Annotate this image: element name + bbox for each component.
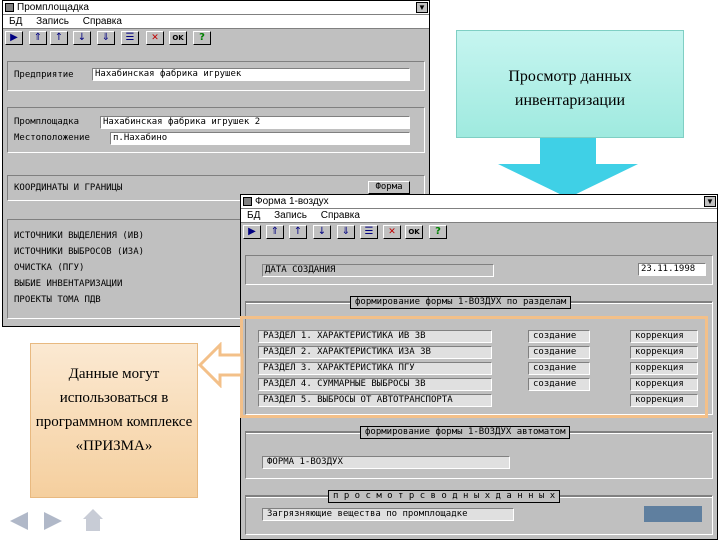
site-label: Промплощадка <box>14 117 80 127</box>
site-field[interactable]: Нахабинская фабрика игрушек 2 <box>100 116 410 129</box>
menu-db[interactable]: БД <box>9 16 22 27</box>
ok-button[interactable]: OK <box>169 31 187 45</box>
callout-prizma-text: Данные могут использоваться в программно… <box>35 366 193 454</box>
window-titlebar[interactable]: Промплощадка ▼ <box>3 1 429 15</box>
ok-button[interactable]: OK <box>405 225 423 239</box>
help-icon[interactable]: ? <box>193 31 211 45</box>
enterprise-label: Предприятие <box>14 70 74 80</box>
home-icon[interactable] <box>82 508 104 532</box>
up-arrow-icon[interactable]: ↑ <box>50 31 68 45</box>
list-item-inventory[interactable]: ВЫБИЕ ИНВЕНТАРИЗАЦИИ <box>14 278 122 290</box>
date-panel: ДАТА СОЗДАНИЯ 23.11.1998 <box>245 255 713 285</box>
date-label: ДАТА СОЗДАНИЯ <box>262 264 494 277</box>
window-title: Форма 1-воздух <box>255 196 329 207</box>
down-arrow-icon[interactable]: ↓ <box>73 31 91 45</box>
summary-group-title: п р о с м о т р с в о д н ы х д а н н ы … <box>328 490 561 503</box>
list-item-cleaning[interactable]: ОЧИСТКА (ПГУ) <box>14 262 84 274</box>
site-panel: Промплощадка Нахабинская фабрика игрушек… <box>7 107 425 153</box>
up-arrow-icon[interactable]: ↑ <box>289 225 307 239</box>
location-label: Местоположение <box>14 133 90 143</box>
toolbar: ▶ ⇑ ↑ ↓ ⇓ ☰ ✕ OK ? <box>241 224 717 240</box>
first-icon[interactable]: ▶ <box>243 225 261 239</box>
prev-page-icon[interactable]: ⇑ <box>29 31 47 45</box>
down-arrow-icon[interactable]: ↓ <box>313 225 331 239</box>
delete-icon[interactable]: ✕ <box>383 225 401 239</box>
sections-highlight-frame <box>240 316 708 418</box>
callout-view-data: Просмотр данных инвентаризации <box>456 30 684 138</box>
close-icon[interactable]: ▼ <box>704 196 716 207</box>
menubar: БД Запись Справка <box>3 15 429 29</box>
form-1-vozdukh-button[interactable]: ФОРМА 1-ВОЗДУХ <box>262 456 510 469</box>
enterprise-field[interactable]: Нахабинская фабрика игрушек <box>92 68 410 81</box>
nav-forward-icon[interactable] <box>42 510 64 532</box>
list-item-emission-sources[interactable]: ИСТОЧНИКИ ВЫБРОСОВ (ИЗА) <box>14 246 144 258</box>
window-title: Промплощадка <box>17 2 89 13</box>
callout-prizma: Данные могут использоваться в программно… <box>30 343 198 498</box>
auto-form-panel: формирование формы 1-ВОЗДУХ автоматом ФО… <box>245 426 713 479</box>
toolbar: ▶ ⇑ ↑ ↓ ⇓ ☰ ✕ OK ? <box>3 30 429 46</box>
list-item-projects[interactable]: ПРОЕКТЫ ТОМА ПДВ <box>14 294 101 306</box>
menu-db[interactable]: БД <box>247 210 260 221</box>
delete-icon[interactable]: ✕ <box>146 31 164 45</box>
sections-group-title: формирование формы 1-ВОЗДУХ по разделам <box>350 296 572 309</box>
nav-back-icon[interactable] <box>8 510 30 532</box>
window-titlebar[interactable]: Форма 1-воздух ▼ <box>241 195 717 209</box>
date-field[interactable]: 23.11.1998 <box>638 263 706 276</box>
insert-row-icon[interactable]: ☰ <box>360 225 378 239</box>
callout-view-data-text: Просмотр данных инвентаризации <box>508 68 632 109</box>
down-arrow-shape <box>498 138 638 198</box>
last-icon[interactable]: ⇓ <box>337 225 355 239</box>
enterprise-panel: Предприятие Нахабинская фабрика игрушек <box>7 61 425 91</box>
app-icon <box>5 3 14 12</box>
menu-record[interactable]: Запись <box>36 16 69 27</box>
coords-label: КООРДИНАТЫ И ГРАНИЦЫ <box>14 183 123 193</box>
prev-page-icon[interactable]: ⇑ <box>266 225 284 239</box>
menu-help[interactable]: Справка <box>321 210 360 221</box>
menubar: БД Запись Справка <box>241 209 717 223</box>
insert-row-icon[interactable]: ☰ <box>121 31 139 45</box>
summary-panel: п р о с м о т р с в о д н ы х д а н н ы … <box>245 490 713 535</box>
close-icon[interactable]: ▼ <box>416 2 428 13</box>
help-icon[interactable]: ? <box>429 225 447 239</box>
app-icon <box>243 197 252 206</box>
form-button[interactable]: Форма <box>368 181 410 194</box>
left-arrow-shape <box>198 342 244 388</box>
menu-help[interactable]: Справка <box>83 16 122 27</box>
last-icon[interactable]: ⇓ <box>97 31 115 45</box>
menu-record[interactable]: Запись <box>274 210 307 221</box>
first-icon[interactable]: ▶ <box>5 31 23 45</box>
pollutants-button[interactable]: Загрязняющие вещества по промплощадке <box>262 508 514 521</box>
location-field[interactable]: п.Нахабино <box>110 132 410 145</box>
list-item-sources[interactable]: ИСТОЧНИКИ ВЫДЕЛЕНИЯ (ИВ) <box>14 230 144 242</box>
auto-form-group-title: формирование формы 1-ВОЗДУХ автоматом <box>360 426 571 439</box>
accent-box <box>644 506 702 522</box>
